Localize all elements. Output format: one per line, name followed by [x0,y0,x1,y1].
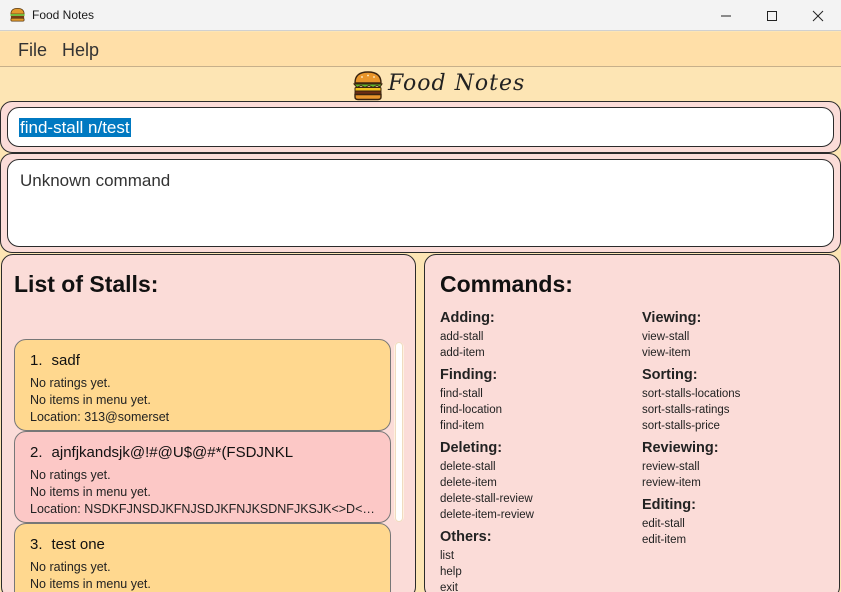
menu-file[interactable]: File [18,40,47,61]
command-item: find-item [440,420,485,432]
commands-column-right: Viewing: view-stall view-item Sorting: s… [642,310,740,554]
command-item: delete-item [440,477,497,489]
stall-title: ajnfjkandsjk@!#@U$@#*(FSDJNKL [51,444,294,461]
commands-column-left: Adding: add-stall add-item Finding: find… [440,310,534,592]
command-item: delete-item-review [440,509,534,521]
command-item: sort-stalls-ratings [642,404,730,416]
command-item: review-stall [642,461,700,473]
close-button[interactable] [795,0,841,31]
stall-list-scrollbar[interactable] [394,342,404,522]
app-brand-name: Food Notes [388,71,526,96]
stall-card[interactable]: 3. test one No ratings yet. No items in m… [14,523,391,592]
stall-location: Location: NSDKFJNSDJKFNJSDJKFNJKSDNFJKSJ… [30,502,382,516]
command-group-title: Adding: [440,310,495,326]
burger-icon [352,71,383,101]
command-input[interactable]: find-stall n/test [7,107,834,147]
command-item: view-item [642,347,691,359]
command-group-viewing: Viewing: view-stall view-item [642,310,740,361]
stall-name: 1. sadf [30,352,390,369]
command-item: review-item [642,477,701,489]
commands-heading: Commands: [440,271,573,297]
command-item: edit-stall [642,518,685,530]
stall-title: test one [51,536,105,553]
menu-help[interactable]: Help [62,40,99,61]
result-display-panel: Unknown command [0,153,841,253]
result-display[interactable]: Unknown command [7,159,834,247]
stall-rating: No ratings yet. [30,376,111,390]
command-item: delete-stall [440,461,496,473]
command-group-sorting: Sorting: sort-stalls-locations sort-stal… [642,367,740,434]
command-group-title: Finding: [440,367,498,383]
command-item: add-item [440,347,485,359]
command-group-title: Sorting: [642,367,698,383]
command-group-title: Viewing: [642,310,702,326]
command-item: edit-item [642,534,687,546]
command-item: sort-stalls-price [642,420,720,432]
command-group-reviewing: Reviewing: review-stall review-item [642,440,740,491]
command-item: exit [440,582,458,592]
stall-title: sadf [51,352,80,369]
command-input-text: find-stall n/test [19,118,131,137]
command-item: view-stall [642,331,690,343]
command-group-others: Others: list help exit [440,529,534,592]
commands-panel: Commands: Adding: add-stall add-item Fin… [424,254,840,592]
title-bar: Food Notes [0,0,841,31]
window-title: Food Notes [32,8,95,22]
stall-index: 3. [30,536,43,553]
stall-list[interactable]: 1. sadf No ratings yet. No items in menu … [14,339,391,592]
command-group-title: Reviewing: [642,440,719,456]
stall-menu: No items in menu yet. [30,393,151,407]
stall-list-panel: List of Stalls: 1. sadf No ratings yet. N… [1,254,416,592]
command-item: delete-stall-review [440,493,533,505]
burger-icon [10,8,25,22]
command-item: help [440,566,462,578]
stall-card[interactable]: 2. ajnfjkandsjk@!#@U$@#*(FSDJNKL No ratin… [14,431,391,523]
stall-index: 2. [30,444,43,461]
command-box-panel: find-stall n/test [0,101,841,153]
command-group-title: Editing: [642,497,696,513]
stall-name: 3. test one [30,536,390,553]
minimize-icon [721,15,731,16]
command-item: list [440,550,455,562]
result-text: Unknown command [20,171,171,190]
maximize-icon [767,10,777,21]
menu-bar: File Help [0,32,841,67]
stall-card[interactable]: 1. sadf No ratings yet. No items in menu … [14,339,391,431]
command-group-editing: Editing: edit-stall edit-item [642,497,740,548]
scrollbar-thumb[interactable] [395,342,403,522]
command-group-deleting: Deleting: delete-stall delete-item delet… [440,440,534,523]
minimize-button[interactable] [703,0,749,31]
stall-rating: No ratings yet. [30,468,111,482]
stall-location: Location: 313@somerset [30,410,170,424]
stall-menu: No items in menu yet. [30,485,151,499]
maximize-button[interactable] [749,0,795,31]
stall-rating: No ratings yet. [30,560,111,574]
command-item: find-location [440,404,503,416]
stall-name: 2. ajnfjkandsjk@!#@U$@#*(FSDJNKL [30,444,390,461]
command-group-title: Others: [440,529,492,545]
stall-list-heading: List of Stalls: [14,271,159,297]
stall-index: 1. [30,352,43,369]
stall-menu: No items in menu yet. [30,577,151,591]
command-item: sort-stalls-locations [642,388,741,400]
command-group-finding: Finding: find-stall find-location find-i… [440,367,534,434]
command-group-title: Deleting: [440,440,503,456]
command-item: find-stall [440,388,483,400]
command-item: add-stall [440,331,484,343]
close-icon [812,10,824,21]
command-group-adding: Adding: add-stall add-item [440,310,534,361]
